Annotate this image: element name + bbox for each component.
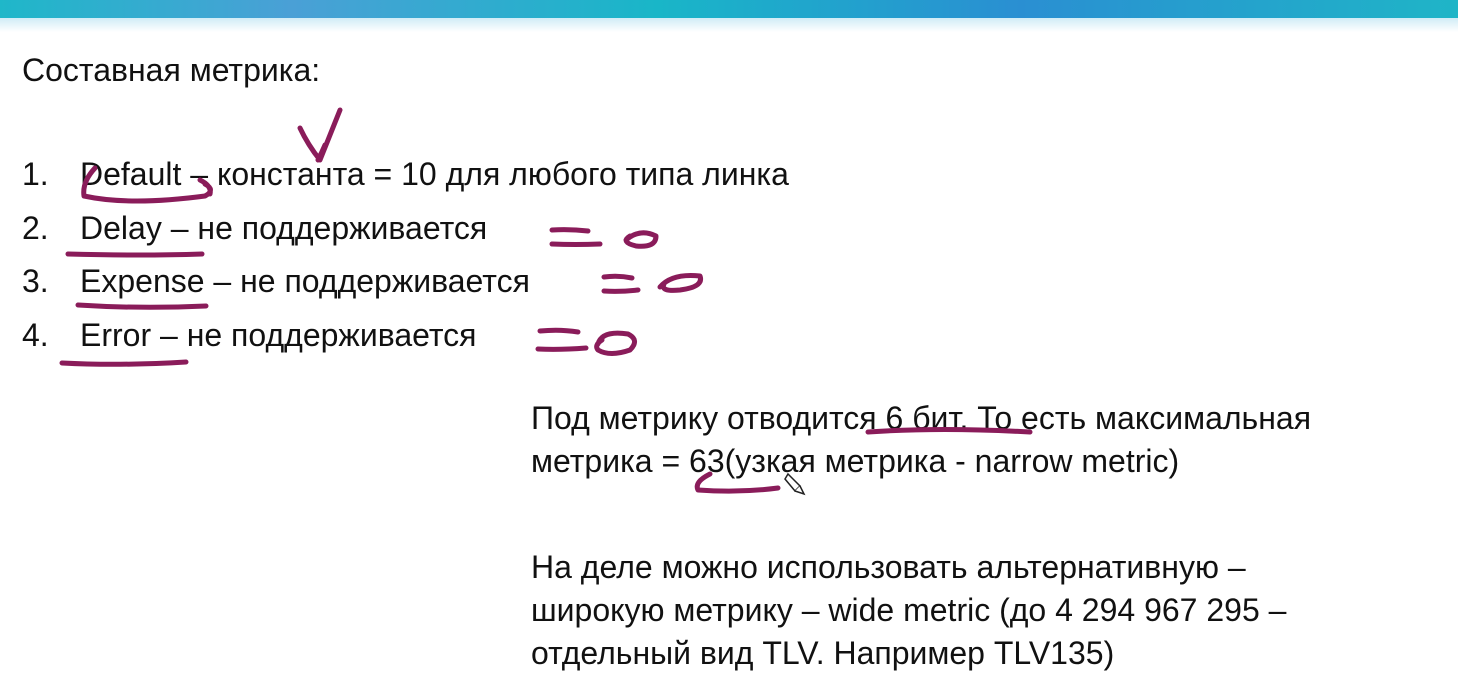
paragraph-line: метрика = 63(узкая метрика - narrow metr… [531, 443, 1180, 479]
list-number: 4. [22, 316, 49, 353]
paragraph-line: На деле можно использовать альтернативну… [531, 549, 1246, 585]
wide-metric-paragraph: На деле можно использовать альтернативну… [531, 546, 1286, 675]
paragraph-line: отдельный вид TLV. Например TLV135) [531, 635, 1115, 671]
list-item: 1. Default – константа = 10 для любого ти… [22, 154, 789, 208]
narrow-metric-paragraph: Под метрику отводится 6 бит. То есть мак… [531, 397, 1311, 483]
list-number: 3. [22, 263, 49, 299]
list-item: 4. Error – не поддерживается [22, 315, 789, 369]
metric-name: Expense [80, 263, 205, 299]
metric-name: Default [80, 156, 182, 192]
header-band [0, 0, 1458, 18]
metric-name: Delay [80, 209, 162, 246]
pen-cursor-icon [784, 472, 806, 496]
list-item: 2. Delay – не поддерживается [22, 208, 789, 262]
metric-list: 1. Default – константа = 10 для любого ти… [22, 154, 789, 368]
header-band-shadow [0, 18, 1458, 32]
paragraph-line: широкую метрику – wide metric (до 4 294 … [531, 592, 1287, 628]
list-number: 2. [22, 209, 49, 246]
metric-name: Error [80, 316, 152, 353]
paragraph-line: Под метрику отводится 6 бит. То есть мак… [531, 400, 1312, 436]
metric-description: – константа = 10 для любого типа линка [181, 156, 789, 192]
metric-description: – не поддерживается [151, 316, 477, 353]
list-number: 1. [22, 156, 49, 192]
metric-description: – не поддерживается [161, 209, 488, 246]
slide-title: Составная метрика: [22, 52, 321, 88]
metric-description: – не поддерживается [204, 263, 530, 299]
list-item: 3. Expense – не поддерживается [22, 261, 789, 315]
checkmark-annotation [297, 107, 343, 163]
